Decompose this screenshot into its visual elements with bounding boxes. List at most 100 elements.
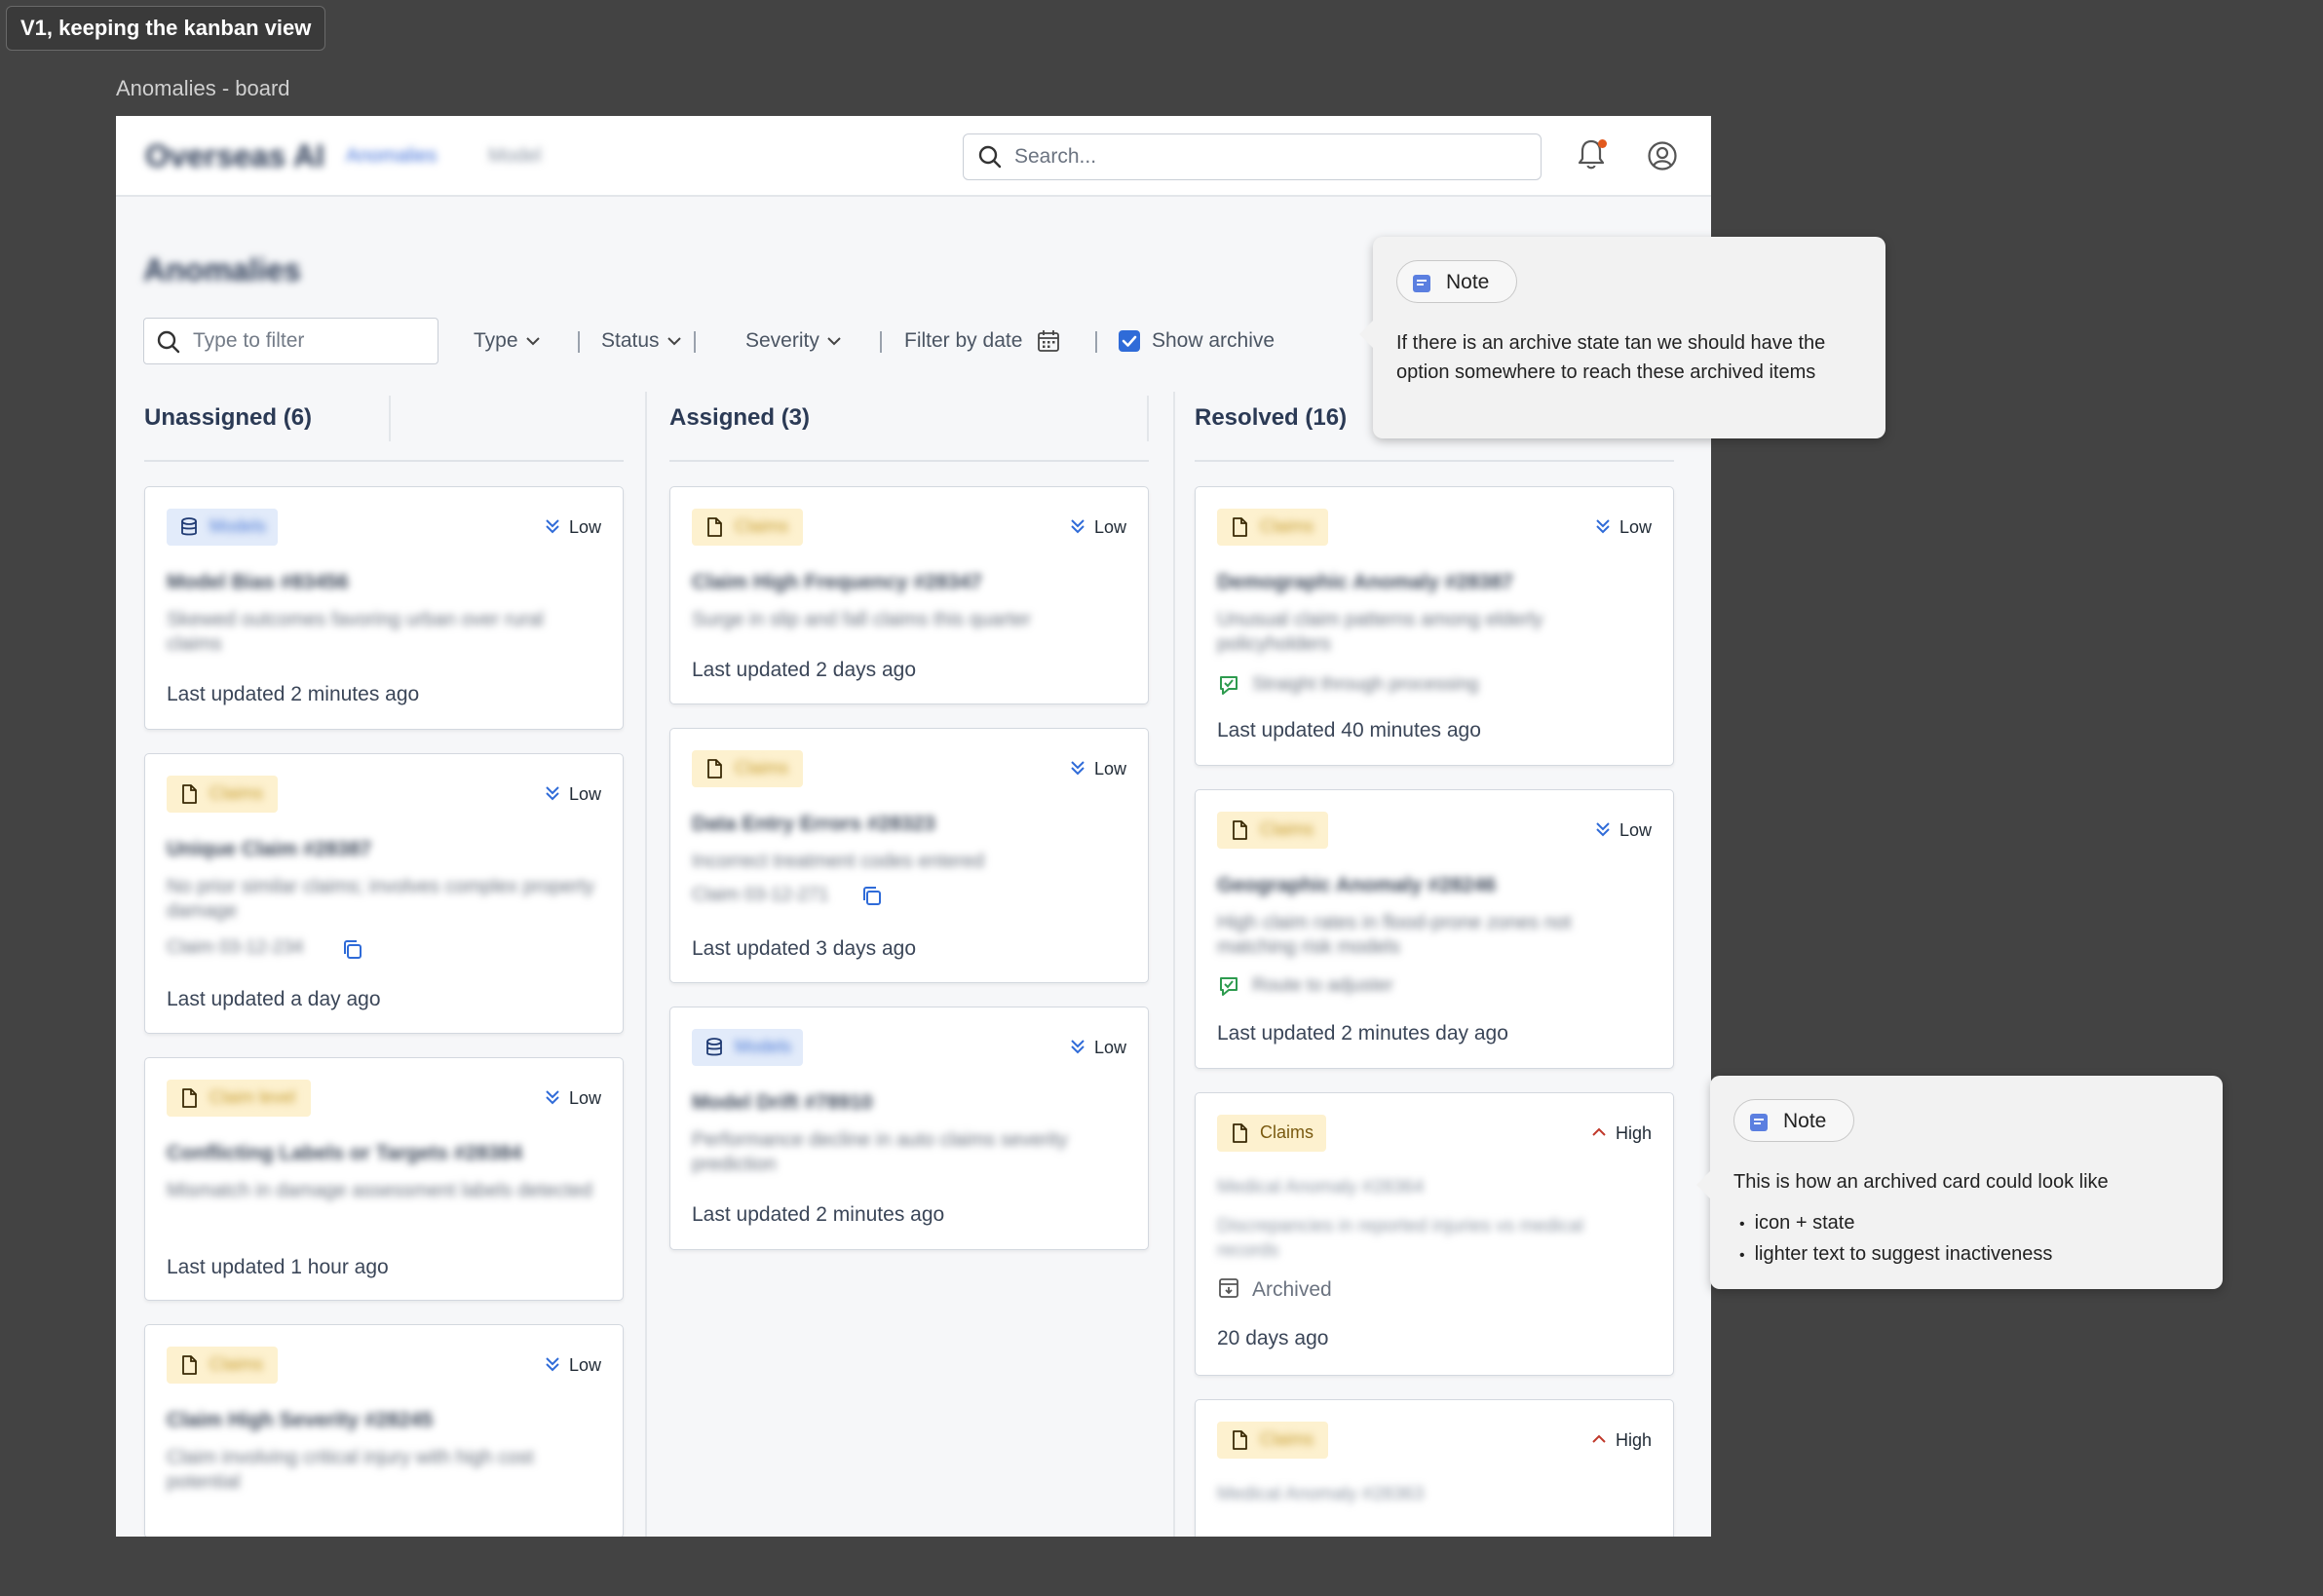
archive-icon [1219,1278,1238,1299]
filter-bar: Type Status Severity Filter by date Show… [143,318,1361,364]
tag-models[interactable]: Models [167,509,278,546]
anomaly-card[interactable]: Claims Low Claim High Severity #28245 Cl… [144,1324,624,1537]
chevron-down-icon [525,337,540,346]
priority-label: High [1615,1430,1652,1450]
tag-claims[interactable]: Claims [1217,1115,1326,1152]
nav-model[interactable]: Model [488,145,541,168]
filter-field[interactable] [143,318,438,364]
search-input[interactable] [1014,136,1521,177]
archived-anomaly-card[interactable]: Claims High Medical Anomaly #28364 Discr… [1195,1092,1674,1376]
note-label: Note [1783,1110,1827,1132]
column-header-line [144,460,624,462]
copy-icon[interactable] [341,938,364,962]
tag-models[interactable]: Models [692,1029,803,1066]
card-title: Demographic Anomaly #28387 [1217,571,1513,593]
card-updated: Last updated 40 minutes ago [1217,719,1481,741]
priority-label: Low [1093,1038,1126,1057]
anomaly-card[interactable]: Claims Low Unique Claim #28387 No prior … [144,753,624,1034]
show-archive-checkbox[interactable] [1119,330,1140,352]
card-description: Skewed outcomes favoring urban over rura… [167,609,544,655]
global-search[interactable] [963,133,1542,180]
tag-label: Models [735,1037,792,1056]
card-description: Claim involving critical injury with hig… [167,1447,534,1493]
app-logo[interactable]: Overseas AI [145,138,324,174]
card-title: Conflicting Labels or Targets #28384 [167,1142,522,1164]
anomaly-card[interactable]: Claims High Medical Anomaly #28363 [1195,1399,1674,1537]
card-title: Medical Anomaly #28363 [1217,1484,1425,1504]
card-title: Medical Anomaly #28364 [1217,1177,1425,1197]
priority: Low [544,1354,601,1376]
card-title: Model Bias #83456 [167,571,349,593]
card-description: Performance decline in auto claims sever… [692,1129,1068,1175]
chevron-down-icon [827,337,841,346]
tag-label: Claims [1260,516,1314,536]
document-icon [1233,1430,1247,1450]
priority: Low [1069,758,1126,779]
chevrons-down-icon [1596,519,1610,534]
document-icon [707,517,722,537]
tag-claims[interactable]: Claims [1217,1422,1328,1459]
filter-input[interactable] [193,321,427,361]
show-archive-label[interactable]: Show archive [1152,318,1275,364]
severity-dropdown[interactable]: Severity [745,318,843,364]
note-text: If there is an archive state tan we shou… [1396,332,1826,383]
tag-claims[interactable]: Claims [1217,812,1328,849]
anomaly-card[interactable]: Models Low Model Bias #83456 Skewed outc… [144,486,624,730]
tag-claims[interactable]: Claims [692,509,803,546]
anomaly-card[interactable]: Claim level Low Conflicting Labels or Ta… [144,1057,624,1301]
note-icon [1413,275,1430,292]
type-dropdown[interactable]: Type [474,318,542,364]
note-bullets: icon + state lighter text to suggest ina… [1739,1208,2053,1271]
card-title: Unique Claim #28387 [167,838,372,860]
anomaly-card[interactable]: Claims Low Data Entry Errors #28323 Inco… [669,728,1149,983]
note-pointer [1359,321,1373,348]
archived-state: Archived [1217,1278,1332,1302]
notification-dot [1598,139,1607,148]
document-icon [182,1355,197,1375]
note-badge: Note [1396,260,1517,303]
tag-label: Claims [1260,1122,1314,1142]
tag-claims[interactable]: Claims [692,750,803,787]
anomaly-card[interactable]: Models Low Model Drift #78910 Performanc… [669,1007,1149,1250]
document-icon [1233,1123,1247,1143]
note-bullet: icon + state [1739,1208,2052,1239]
anomaly-card[interactable]: Claims Low Demographic Anomaly #28387 Un… [1195,486,1674,766]
card-updated: Last updated a day ago [167,988,381,1010]
chevrons-down-icon [546,1090,559,1105]
chevron-down-icon [666,337,681,346]
nav-anomalies[interactable]: Anomalies [346,145,437,168]
priority-label: High [1615,1123,1652,1143]
card-title: Claim High Severity #28245 [167,1409,434,1431]
tag-label: Claims [735,758,789,778]
anomaly-card[interactable]: Claims Low Claim High Frequency #28347 S… [669,486,1149,704]
priority: Low [1069,1037,1126,1058]
tag-claims[interactable]: Claims [167,776,278,813]
frame-label: Anomalies - board [116,76,290,100]
priority: Low [544,783,601,805]
tag-label: Claim level [209,1087,296,1107]
tag-claims[interactable]: Claim level [167,1080,311,1117]
user-avatar-icon[interactable] [1647,140,1678,176]
tag-claims[interactable]: Claims [1217,509,1328,546]
note-icon [1750,1114,1768,1131]
date-filter[interactable]: Filter by date [904,318,1061,364]
chevrons-down-icon [546,1357,559,1372]
calendar-icon [1038,330,1060,353]
card-description: Discrepancies in reported injuries vs me… [1217,1216,1583,1261]
note-text: This is how an archived card could look … [1733,1171,2109,1193]
card-updated: Last updated 3 days ago [692,937,917,960]
card-title: Model Drift #78910 [692,1091,873,1114]
priority-label: Low [568,784,601,804]
card-description: Mismatch in damage assessment labels det… [167,1180,592,1201]
card-title: Claim High Frequency #28347 [692,571,982,593]
column-unassigned: Unassigned (6) Models Low Model Bias #83… [144,392,624,1537]
tag-claims[interactable]: Claims [167,1347,278,1384]
priority-label: Low [1618,820,1652,840]
note-label: Note [1446,271,1490,293]
column-header-line [669,460,1149,462]
copy-icon[interactable] [860,885,884,908]
anomaly-card[interactable]: Claims Low Geographic Anomaly #28246 Hig… [1195,789,1674,1069]
top-bar: Overseas AI Anomalies Model [116,116,1711,197]
status-dropdown[interactable]: Status [601,318,683,364]
card-updated: 20 days ago [1217,1327,1329,1349]
